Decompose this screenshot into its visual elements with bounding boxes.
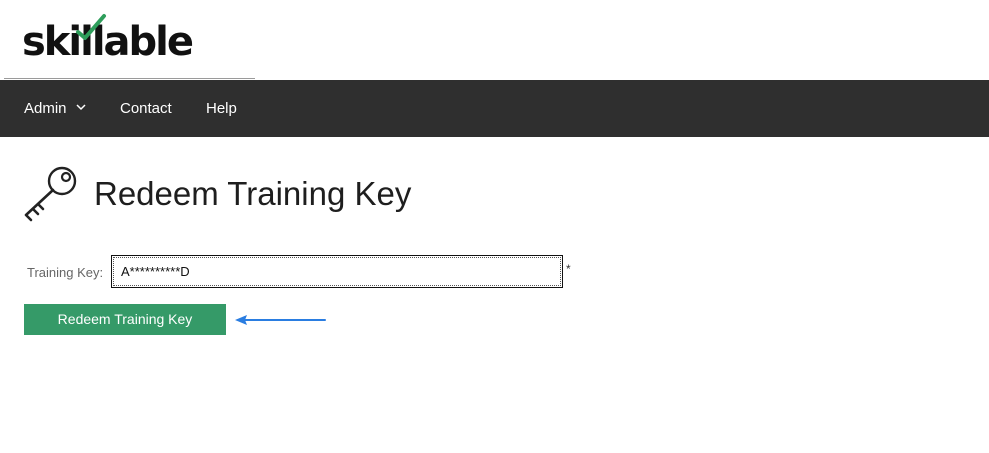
checkmark-icon [76, 14, 106, 40]
redeem-training-key-button[interactable]: Redeem Training Key [24, 304, 226, 335]
training-key-label: Training Key: [27, 265, 104, 280]
nav-help-link[interactable]: Help [206, 80, 237, 137]
main-navbar: Admin Contact Help [0, 80, 989, 137]
training-key-input[interactable] [111, 255, 563, 288]
header-divider [4, 78, 255, 79]
nav-contact-link[interactable]: Contact [120, 80, 172, 137]
page-title: Redeem Training Key [94, 175, 412, 212]
skillable-logo[interactable]: skillable [22, 12, 194, 66]
header: skillable [0, 0, 989, 80]
nav-admin-menu[interactable]: Admin [24, 80, 86, 137]
key-icon [24, 166, 77, 222]
nav-admin-label: Admin [24, 100, 67, 117]
arrow-left-icon [235, 315, 326, 325]
required-marker: * [566, 262, 571, 276]
chevron-down-icon [76, 104, 86, 110]
